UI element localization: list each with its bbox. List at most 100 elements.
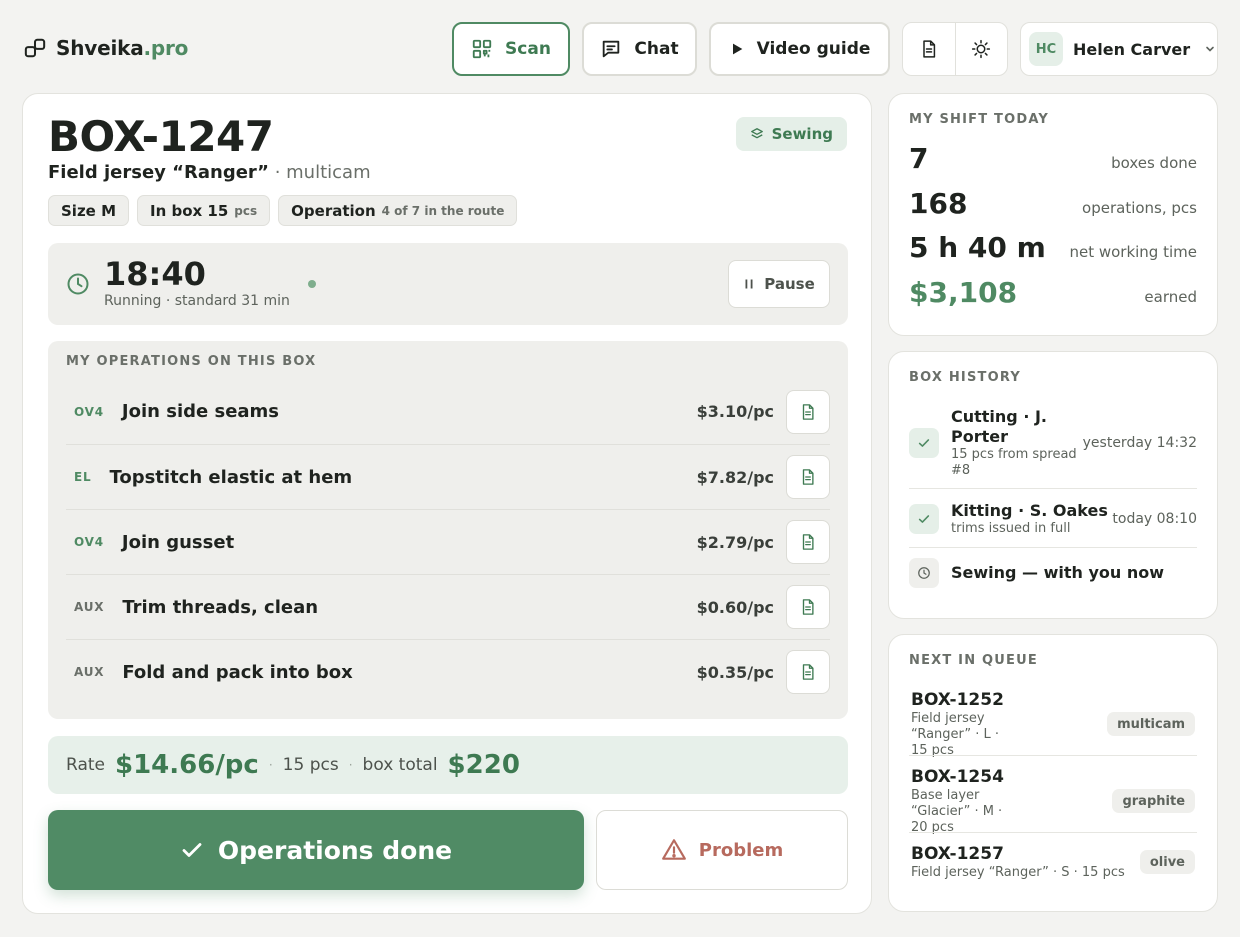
user-menu[interactable]: HC Helen Carver [1020, 22, 1218, 76]
operation-instructions-button[interactable] [786, 585, 830, 629]
checkmark-icon [918, 515, 930, 523]
operation-price: $0.35/pc [696, 662, 774, 682]
operation-instructions-button[interactable] [786, 389, 830, 434]
operation-instructions-button[interactable] [786, 455, 830, 499]
theme-toggle-button[interactable] [954, 23, 1008, 75]
qr-code-icon [472, 39, 492, 59]
rate-label: Rate [66, 755, 105, 775]
operations-panel: MY OPERATIONS ON THIS BOX OV4 Join side … [48, 341, 848, 719]
product-color: multicam [286, 162, 371, 183]
document-icon [802, 599, 814, 615]
chat-button[interactable]: Chat [582, 22, 697, 76]
operation-price: $3.10/pc [696, 402, 774, 421]
stat-label: earned [1144, 288, 1197, 306]
box-id: BOX-1247 [48, 112, 274, 161]
history-sub: 15 pcs from spread #8 [951, 447, 1077, 478]
pause-label: Pause [764, 275, 815, 293]
operation-instructions-button[interactable] [786, 520, 830, 564]
pause-button[interactable]: Pause [728, 260, 830, 308]
operation-instructions-button[interactable] [786, 650, 830, 694]
rate-separator: · [268, 758, 273, 772]
history-item: Kitting · S. Oakes trims issued in full … [909, 501, 1197, 537]
queue-box-details: Field jersey “Ranger” · S · 15 pcs [911, 865, 1125, 880]
chevron-down-icon [1206, 46, 1214, 52]
stat-label: operations, pcs [1082, 199, 1197, 217]
clock-icon [67, 273, 89, 295]
operation-code: AUX [74, 665, 105, 679]
queue-box-id: BOX-1254 [911, 767, 1004, 787]
rate-qty: 15 pcs [282, 755, 339, 775]
header-icon-group [902, 22, 1008, 76]
operation-code: OV4 [74, 535, 104, 549]
queue-box-details: Field jersey “Ranger” · L · 15 pcs [911, 711, 1000, 758]
operation-row: AUX Fold and pack into box $0.35/pc [66, 639, 830, 704]
operation-row: AUX Trim threads, clean $0.60/pc [66, 574, 830, 639]
history-title: BOX HISTORY [909, 370, 1021, 385]
history-time: today 08:10 [1112, 511, 1197, 527]
operation-name: Trim threads, clean [122, 596, 319, 618]
chat-icon [603, 40, 620, 58]
history-sub: trims issued in full [951, 521, 1071, 536]
queue-item[interactable]: BOX-1257 Field jersey “Ranger” · S · 15 … [911, 843, 1195, 881]
video-guide-label: Video guide [756, 39, 871, 59]
history-main: Cutting · J. Porter [951, 407, 1048, 446]
stat-value: 5 h 40 m [909, 231, 1046, 264]
queue-title: NEXT IN QUEUE [909, 653, 1038, 668]
stage-badge: Sewing [735, 117, 847, 151]
timer-panel: 18:40 Running · standard 31 min Pause [48, 243, 848, 325]
operations-title: MY OPERATIONS ON THIS BOX [66, 354, 317, 369]
shift-stat: 7 boxes done [909, 142, 1197, 175]
queue-color-tag: multicam [1107, 712, 1196, 736]
document-icon [802, 664, 814, 680]
scan-button[interactable]: Scan [452, 22, 570, 76]
operation-name: Fold and pack into box [122, 661, 353, 683]
link-icon [24, 38, 46, 58]
stat-label: net working time [1069, 243, 1197, 261]
rate-summary: Rate $14.66/pc · 15 pcs · box total $220 [48, 736, 848, 794]
stat-value: 168 [909, 187, 968, 220]
rate-separator: · [348, 758, 353, 772]
product-line: Field jersey “Ranger” · multicam [48, 162, 371, 183]
in-box-chip: In box 15 pcs [137, 195, 271, 226]
shift-title: MY SHIFT TODAY [909, 112, 1049, 127]
operation-code: OV4 [74, 404, 104, 419]
pause-icon [745, 279, 753, 289]
history-main: Sewing — with you now [951, 563, 1165, 582]
chat-label: Chat [634, 39, 679, 59]
timer-value: 18:40 [104, 255, 206, 293]
box-chips: Size M In box 15 pcs Operation 4 of 7 in t… [48, 195, 518, 226]
operation-chip: Operation 4 of 7 in the route [278, 195, 518, 226]
queue-box-details: Base layer “Glacier” · M · 20 pcs [911, 788, 1003, 835]
brand-logo[interactable]: Shveika.pro [24, 36, 188, 60]
video-guide-button[interactable]: Video guide [709, 22, 890, 76]
operations-done-button[interactable]: Operations done [48, 810, 584, 890]
box-total-value: $220 [447, 750, 520, 780]
clock-icon [918, 567, 930, 579]
queue-item[interactable]: BOX-1254 Base layer “Glacier” · M · 20 p… [911, 766, 1196, 836]
queue-color-tag: olive [1139, 850, 1195, 874]
queue-item[interactable]: BOX-1252 Field jersey “Ranger” · L · 15 … [911, 689, 1196, 759]
operation-price: $7.82/pc [696, 467, 774, 487]
divider [909, 547, 1197, 548]
history-status [909, 504, 939, 534]
brand-name: Shveika.pro [56, 36, 189, 60]
history-time: yesterday 14:32 [1082, 435, 1197, 451]
warning-icon [661, 839, 686, 860]
operation-name: Topstitch elastic at hem [109, 466, 353, 488]
checkmark-icon [182, 843, 202, 857]
shift-stat: $3,108 earned [909, 276, 1197, 309]
problem-button[interactable]: Problem [596, 810, 848, 890]
product-name: Field jersey “Ranger” [48, 162, 269, 183]
queue-box-id: BOX-1257 [911, 844, 1004, 864]
operation-name: Join gusset [121, 531, 235, 553]
layers-icon [750, 128, 763, 139]
operation-price: $0.60/pc [696, 597, 774, 617]
document-button[interactable] [903, 23, 955, 75]
divider [909, 488, 1197, 489]
stat-value: $3,108 [909, 276, 1018, 309]
queue-color-tag: graphite [1112, 789, 1196, 813]
box-card: BOX-1247 Sewing Field jersey “Ranger” · … [22, 93, 872, 914]
shift-stat: 5 h 40 m net working time [909, 231, 1197, 264]
timer-status: Running · standard 31 min [104, 293, 290, 309]
next-queue-card: NEXT IN QUEUE BOX-1252 Field jersey “Ran… [888, 634, 1218, 912]
